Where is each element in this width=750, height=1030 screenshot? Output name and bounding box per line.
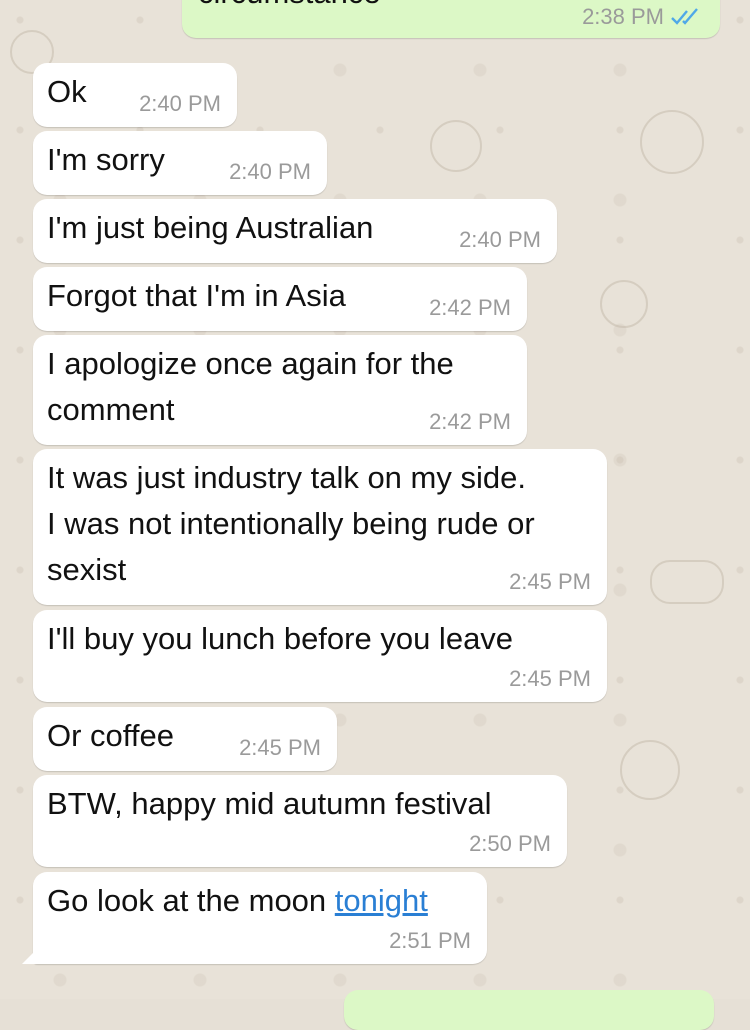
outgoing-message[interactable]: circumstance 2:38 PM: [182, 0, 720, 38]
message-time: 2:45 PM: [239, 735, 321, 760]
message-text: I'm just being Australian: [47, 210, 374, 245]
incoming-message[interactable]: I'll buy you lunch before you leave 2:45…: [33, 610, 607, 702]
message-time: 2:40 PM: [139, 91, 221, 116]
bubble-tail: [22, 946, 40, 964]
message-text: circumstance: [198, 0, 381, 16]
double-check-icon: [671, 8, 698, 25]
message-time: 2:45 PM: [509, 569, 591, 594]
message-time: 2:40 PM: [459, 227, 541, 252]
incoming-message[interactable]: I'm sorry 2:40 PM: [33, 131, 327, 195]
message-text: BTW, happy mid autumn festival: [47, 786, 492, 821]
message-text: I'll buy you lunch before you leave: [47, 621, 514, 656]
message-time: 2:45 PM: [509, 666, 591, 691]
message-time: 2:42 PM: [429, 409, 511, 434]
incoming-message[interactable]: Go look at the moon tonight 2:51 PM: [22, 872, 487, 964]
message-time: 2:40 PM: [229, 159, 311, 184]
message-text: I'm sorry: [47, 142, 165, 177]
message-time: 2:42 PM: [429, 295, 511, 320]
message-text: Forgot that I'm in Asia: [47, 278, 346, 313]
message-text-body: Go look at the moon: [47, 883, 335, 918]
message-time: 2:50 PM: [469, 831, 551, 856]
message-time: 2:38 PM: [582, 4, 664, 29]
incoming-message[interactable]: It was just industry talk on my side. I …: [33, 449, 607, 605]
incoming-message[interactable]: BTW, happy mid autumn festival 2:50 PM: [33, 775, 567, 867]
incoming-message[interactable]: I apologize once again for the comment 2…: [33, 335, 527, 445]
wallpaper-doodle: [650, 560, 724, 604]
incoming-message[interactable]: I'm just being Australian 2:40 PM: [33, 199, 557, 263]
message-text: Or coffee: [47, 718, 174, 753]
message-text: It was just industry talk on my side. I …: [47, 460, 535, 587]
wallpaper-doodle: [430, 120, 482, 172]
wallpaper-doodle: [600, 280, 648, 328]
message-text: Ok: [47, 74, 87, 109]
message-text: I apologize once again for the comment: [47, 346, 454, 427]
incoming-message[interactable]: Ok 2:40 PM: [33, 63, 237, 127]
wallpaper-doodle: [640, 110, 704, 174]
date-link[interactable]: tonight: [335, 883, 428, 918]
message-time: 2:51 PM: [389, 928, 471, 953]
outgoing-message-partial: [344, 990, 714, 1030]
message-text: Go look at the moon tonight: [47, 878, 428, 924]
incoming-message[interactable]: Forgot that I'm in Asia 2:42 PM: [33, 267, 527, 331]
incoming-message[interactable]: Or coffee 2:45 PM: [33, 707, 337, 771]
wallpaper-doodle: [620, 740, 680, 800]
